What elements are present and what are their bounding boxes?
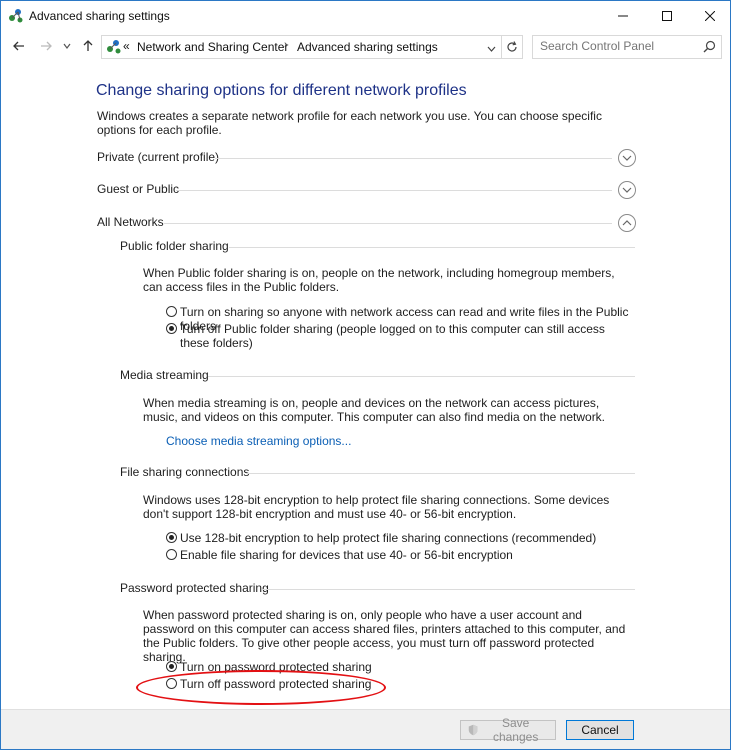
option-label[interactable]: Enable file sharing for devices that use… [180, 548, 630, 562]
up-arrow-icon [83, 40, 93, 51]
cancel-label: Cancel [581, 723, 619, 737]
option-label[interactable]: Turn off Public folder sharing (people l… [180, 322, 620, 350]
network-sharing-icon [8, 8, 24, 24]
page-description: Windows creates a separate network profi… [97, 109, 602, 137]
encryption-128-option[interactable]: Use 128-bit encryption to help protect f… [166, 531, 630, 545]
minimize-button[interactable] [600, 1, 646, 31]
breadcrumb-network-and-sharing-center[interactable]: Network and Sharing Center [137, 40, 288, 54]
page-title: Change sharing options for different net… [96, 82, 467, 99]
profile-all-networks-label[interactable]: All Networks [97, 215, 164, 229]
divider [246, 473, 635, 474]
navigation-bar: « Network and Sharing Center › Advanced … [1, 31, 730, 61]
divider [208, 376, 635, 377]
password-sharing-off-option[interactable]: Turn off password protected sharing [166, 677, 630, 691]
search-box[interactable] [532, 35, 722, 59]
address-dropdown-icon[interactable] [487, 42, 496, 56]
cancel-button[interactable]: Cancel [566, 720, 634, 740]
chevron-down-icon [622, 187, 632, 193]
password-sharing-on-option[interactable]: Turn on password protected sharing [166, 660, 630, 674]
password-protected-sharing-title: Password protected sharing [120, 581, 269, 595]
maximize-icon [662, 11, 672, 21]
save-changes-label: Save changes [492, 716, 539, 744]
divider [229, 247, 635, 248]
save-changes-button[interactable]: Save changes [460, 716, 556, 744]
footer-bar: Save changes Cancel [1, 709, 730, 749]
encryption-40-56-option[interactable]: Enable file sharing for devices that use… [166, 548, 630, 562]
shield-icon [468, 724, 478, 736]
media-streaming-description: When media streaming is on, people and d… [143, 396, 606, 424]
recent-locations-button[interactable] [60, 35, 74, 57]
search-icon[interactable] [703, 40, 716, 56]
chevron-up-icon [622, 220, 632, 226]
maximize-button[interactable] [644, 1, 690, 31]
profile-guest-public-label[interactable]: Guest or Public [97, 182, 179, 196]
divider [262, 589, 635, 590]
collapse-all-networks-button[interactable] [618, 214, 636, 232]
password-protected-sharing-description: When password protected sharing is on, o… [143, 608, 626, 664]
close-icon [705, 11, 715, 21]
radio-button-selected[interactable] [166, 532, 177, 543]
chevron-down-icon [63, 43, 71, 49]
refresh-button[interactable] [501, 35, 523, 59]
breadcrumb-separator-icon[interactable]: › [284, 39, 288, 51]
title-bar: Advanced sharing settings [1, 1, 730, 31]
public-folder-sharing-title: Public folder sharing [120, 239, 229, 253]
file-sharing-connections-description: Windows uses 128-bit encryption to help … [143, 493, 610, 521]
search-input[interactable] [533, 36, 700, 56]
public-folder-sharing-description: When Public folder sharing is on, people… [143, 266, 615, 294]
window: Advanced sharing settings « Network and … [0, 0, 731, 750]
divider [164, 223, 612, 224]
media-streaming-options-link[interactable]: Choose media streaming options... [166, 434, 351, 448]
window-title: Advanced sharing settings [29, 9, 170, 23]
main-content: Change sharing options for different net… [1, 61, 730, 709]
media-streaming-title: Media streaming [120, 368, 209, 382]
option-label[interactable]: Turn off password protected sharing [180, 677, 630, 691]
network-sharing-icon [106, 39, 122, 55]
forward-arrow-icon [41, 41, 52, 51]
divider [215, 158, 612, 159]
address-bar[interactable]: « Network and Sharing Center › Advanced … [101, 35, 502, 59]
chevron-down-icon [622, 155, 632, 161]
radio-button-selected[interactable] [166, 323, 177, 334]
radio-button[interactable] [166, 678, 177, 689]
radio-button[interactable] [166, 306, 177, 317]
expand-guest-public-button[interactable] [618, 181, 636, 199]
breadcrumb-advanced-sharing-settings[interactable]: Advanced sharing settings [297, 40, 438, 54]
forward-button[interactable] [36, 35, 56, 57]
minimize-icon [618, 15, 628, 17]
divider [176, 190, 612, 191]
radio-button-selected[interactable] [166, 661, 177, 672]
up-button[interactable] [78, 35, 98, 57]
public-folder-off-option[interactable]: Turn off Public folder sharing (people l… [166, 322, 620, 350]
back-button[interactable] [9, 35, 29, 57]
close-button[interactable] [687, 1, 730, 31]
back-arrow-icon [13, 41, 24, 51]
option-label[interactable]: Turn on password protected sharing [180, 660, 630, 674]
radio-button[interactable] [166, 549, 177, 560]
expand-private-button[interactable] [618, 149, 636, 167]
profile-private-label[interactable]: Private (current profile) [97, 150, 219, 164]
file-sharing-connections-title: File sharing connections [120, 465, 250, 479]
option-label[interactable]: Use 128-bit encryption to help protect f… [180, 531, 630, 545]
refresh-icon [507, 41, 517, 52]
breadcrumb-overflow[interactable]: « [123, 39, 130, 53]
